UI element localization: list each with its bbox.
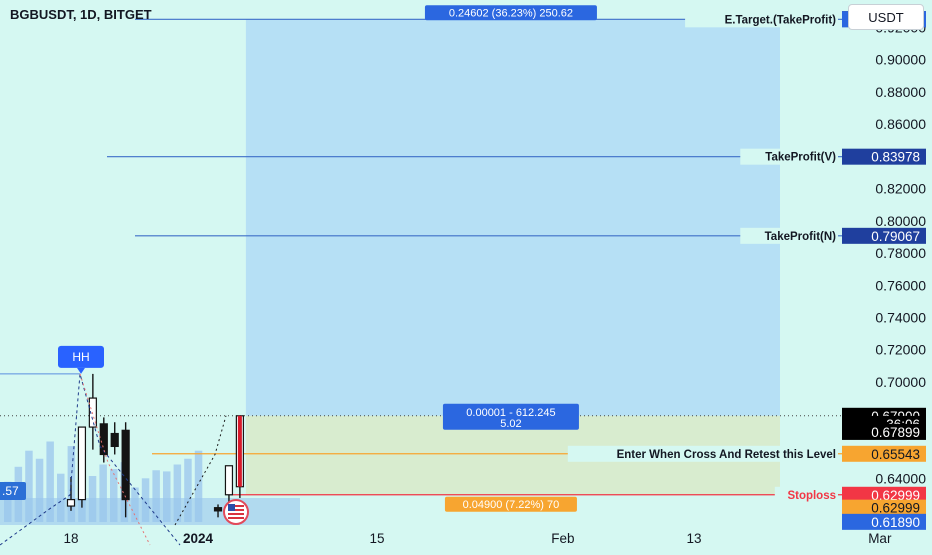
flag-canton [228, 504, 235, 511]
y-tick-label: 0.72000 [875, 342, 926, 358]
candle-body[interactable] [224, 465, 234, 496]
profit-zone[interactable] [245, 19, 780, 416]
y-tick-label: 0.82000 [875, 181, 926, 197]
y-tick-label: 0.88000 [875, 84, 926, 100]
hh-pointer [77, 367, 85, 374]
price-tag-label: 0.79067 [871, 229, 920, 244]
x-tick-label: Feb [551, 531, 574, 546]
symbol-title: BGBUSDT, 1D, BITGET [10, 7, 152, 22]
candle-body[interactable] [77, 426, 87, 501]
y-tick-label: 0.90000 [875, 52, 926, 68]
level-label: TakeProfit(V) [765, 152, 836, 164]
candle-body[interactable] [66, 499, 76, 507]
volume-profile-bar [0, 498, 300, 525]
price-tag-label: 0.65543 [871, 447, 920, 462]
stop-stats-label: 0.04900 (7.22%) 70 [463, 499, 560, 511]
left-price-label: .57 [2, 484, 19, 498]
y-tick-label: 0.76000 [875, 277, 926, 293]
us-flag-icon[interactable] [223, 499, 249, 525]
target-stats-label: 0.24602 (36.23%) 250.62 [449, 7, 573, 19]
price-chart[interactable]: E.Target.(TakeProfit) TakeProfit(V) TakePr… [0, 0, 932, 550]
level-label: E.Target.(TakeProfit) [725, 14, 837, 26]
level-label: TakeProfit(N) [765, 231, 837, 243]
x-tick-label: 15 [370, 531, 385, 546]
x-tick-label: 2024 [183, 531, 214, 546]
center-stats-line2: 5.02 [500, 418, 521, 430]
price-tag-label: 0.83978 [871, 150, 920, 165]
currency-button[interactable]: USDT [848, 4, 924, 30]
candle-body[interactable] [213, 507, 223, 512]
flag-stripe [228, 513, 244, 515]
last-candle-highlight [237, 415, 242, 487]
y-tick-label: 0.74000 [875, 309, 926, 325]
x-tick-label: 18 [63, 531, 78, 546]
x-tick-label: Mar [868, 531, 892, 546]
price-tag-label: 0.61890 [871, 515, 920, 530]
level-label: Stoploss [787, 490, 836, 502]
chart-area[interactable]: E.Target.(TakeProfit) TakeProfit(V) TakePr… [0, 0, 932, 550]
candle-body[interactable] [121, 429, 130, 501]
price-tag-label: 0.67899 [871, 425, 920, 440]
candle-body[interactable] [110, 432, 119, 448]
y-tick-label: 0.86000 [875, 116, 926, 132]
y-tick-label: 0.64000 [875, 471, 926, 487]
hh-label: HH [72, 350, 89, 364]
candle-body[interactable] [99, 423, 108, 456]
y-tick-label: 0.70000 [875, 374, 926, 390]
price-tag-label: 0.62999 [871, 501, 920, 516]
y-tick-label: 0.78000 [875, 245, 926, 261]
y-tick-label: 0.80000 [875, 213, 926, 229]
x-tick-label: 13 [686, 531, 701, 546]
level-label: Enter When Cross And Retest this Level [617, 449, 836, 461]
flag-stripe [228, 517, 244, 519]
